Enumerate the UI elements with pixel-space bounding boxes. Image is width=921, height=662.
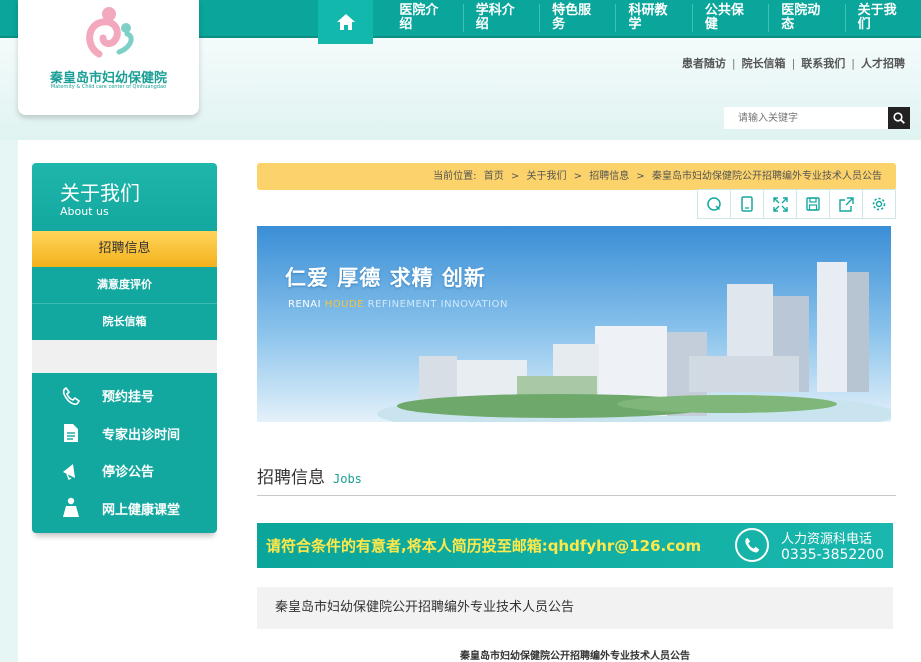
sidebar: 关于我们 About us 招聘信息 满意度评价 院长信箱 预约挂号 专家出诊时… xyxy=(32,163,217,533)
person-icon xyxy=(60,497,82,519)
section-title-cn: 招聘信息 xyxy=(257,468,325,488)
home-icon xyxy=(336,14,355,30)
quick-link-label: 停诊公告 xyxy=(102,465,155,481)
recruitment-notice-banner: 请符合条件的有意者,将本人简历投至邮箱:qhdfyhr@126.com 人力资源… xyxy=(257,523,893,568)
sidebar-spacer xyxy=(32,340,217,373)
phone-title: 人力资源科电话 xyxy=(781,532,873,547)
settings-icon xyxy=(872,197,886,211)
quick-link-expert-schedule[interactable]: 专家出诊时间 xyxy=(32,415,217,453)
mobile-icon xyxy=(741,196,753,212)
breadcrumb-recruitment[interactable]: 招聘信息 xyxy=(589,171,629,182)
logo-english-name: Maternity & Child care center of Qinhuan… xyxy=(50,84,167,90)
nav-item-departments[interactable]: 学科介绍 xyxy=(462,4,539,32)
logo-mark-icon xyxy=(86,7,134,58)
toolbar-save-button[interactable] xyxy=(796,190,829,218)
sidebar-title-en: About us xyxy=(60,205,109,218)
toolbar-settings-button[interactable] xyxy=(862,190,895,218)
quick-link-health-class[interactable]: 网上健康课堂 xyxy=(32,490,217,528)
link-recruitment[interactable]: 人才招聘 xyxy=(861,57,905,70)
quick-link-label: 预约挂号 xyxy=(102,390,155,406)
breadcrumb: 当前位置: 首页 > 关于我们 > 招聘信息 > 秦皇岛市妇幼保健院公开招聘编外… xyxy=(257,163,896,190)
search-input[interactable] xyxy=(724,107,888,129)
document-icon xyxy=(60,422,82,444)
nav-item-hospital-intro[interactable]: 医院介绍 xyxy=(387,4,462,32)
article-title[interactable]: 秦皇岛市妇幼保健院公开招聘编外专业技术人员公告 xyxy=(257,587,893,629)
article-subtitle: 秦皇岛市妇幼保健院公开招聘编外专业技术人员公告 xyxy=(460,651,690,662)
top-links: 患者随访 | 院长信箱 | 联系我们 | 人才招聘 xyxy=(681,57,905,70)
link-contact-us[interactable]: 联系我们 xyxy=(801,57,845,70)
sidebar-submenu: 满意度评价 院长信箱 xyxy=(32,267,217,340)
banner-slogan-en: RENAI HOUDE REFINEMENT INNOVATION xyxy=(288,299,508,310)
breadcrumb-about-us[interactable]: 关于我们 xyxy=(526,171,566,182)
quick-link-label: 专家出诊时间 xyxy=(102,427,181,443)
section-title-en: Jobs xyxy=(333,472,362,486)
sidebar-title: 关于我们 xyxy=(60,181,140,205)
banner-image: 仁爱 厚德 求精 创新 RENAI HOUDE REFINEMENT INNOV… xyxy=(257,226,891,422)
banner-slogan: 仁爱 厚德 求精 创新 xyxy=(285,266,486,290)
quick-link-appointment[interactable]: 预约挂号 xyxy=(32,377,217,415)
phone-icon xyxy=(735,528,769,562)
nav-item-news[interactable]: 医院动态 xyxy=(768,4,844,32)
breadcrumb-separator: > xyxy=(636,171,645,182)
site-search xyxy=(724,107,910,129)
phone-number: 0335-3852200 xyxy=(781,547,885,563)
page-toolbar xyxy=(697,189,896,219)
breadcrumb-current: 秦皇岛市妇幼保健院公开招聘编外专业技术人员公告 xyxy=(652,171,882,182)
section-title: 招聘信息 Jobs xyxy=(257,463,896,496)
breadcrumb-prefix: 当前位置: xyxy=(433,171,477,182)
megaphone-icon xyxy=(60,460,82,482)
toolbar-fullscreen-button[interactable] xyxy=(763,190,796,218)
search-button[interactable] xyxy=(888,107,910,129)
toolbar-search-button[interactable] xyxy=(698,190,730,218)
sidebar-item-satisfaction[interactable]: 满意度评价 xyxy=(32,267,217,304)
nav-item-about-us[interactable]: 关于我们 xyxy=(844,4,921,32)
nav-item-research-teaching[interactable]: 科研教学 xyxy=(615,4,691,32)
main-nav: 医院介绍 学科介绍 特色服务 科研教学 公共保健 医院动态 关于我们 xyxy=(318,0,921,44)
hospital-logo[interactable]: 秦皇岛市妇幼保健院 Maternity & Child care center … xyxy=(18,0,199,115)
nav-item-public-health[interactable]: 公共保健 xyxy=(691,4,768,32)
share-icon xyxy=(838,196,854,212)
fullscreen-icon xyxy=(772,196,788,212)
link-director-mailbox[interactable]: 院长信箱 xyxy=(742,57,786,70)
link-patient-followup[interactable]: 患者随访 xyxy=(682,57,726,70)
home-button[interactable] xyxy=(318,0,374,44)
breadcrumb-separator: > xyxy=(573,171,583,182)
nav-item-special-services[interactable]: 特色服务 xyxy=(539,4,615,32)
sidebar-header: 关于我们 About us xyxy=(32,163,217,231)
notice-message: 请符合条件的有意者,将本人简历投至邮箱:qhdfyhr@126.com xyxy=(266,537,702,555)
search-icon xyxy=(707,197,721,211)
quick-link-label: 网上健康课堂 xyxy=(102,502,181,518)
phone-icon xyxy=(60,385,82,407)
toolbar-share-button[interactable] xyxy=(829,190,862,218)
breadcrumb-separator: > xyxy=(510,171,520,182)
banner-hospital-illustration xyxy=(257,226,891,422)
save-icon xyxy=(806,197,820,211)
sidebar-item-director-mailbox[interactable]: 院长信箱 xyxy=(32,304,217,340)
search-icon xyxy=(893,112,905,124)
sidebar-item-recruitment[interactable]: 招聘信息 xyxy=(32,231,217,267)
toolbar-mobile-button[interactable] xyxy=(730,190,763,218)
quick-link-suspension-notice[interactable]: 停诊公告 xyxy=(32,452,217,490)
breadcrumb-home[interactable]: 首页 xyxy=(484,171,504,182)
quick-links: 预约挂号 专家出诊时间 停诊公告 网上健康课堂 xyxy=(32,373,217,533)
